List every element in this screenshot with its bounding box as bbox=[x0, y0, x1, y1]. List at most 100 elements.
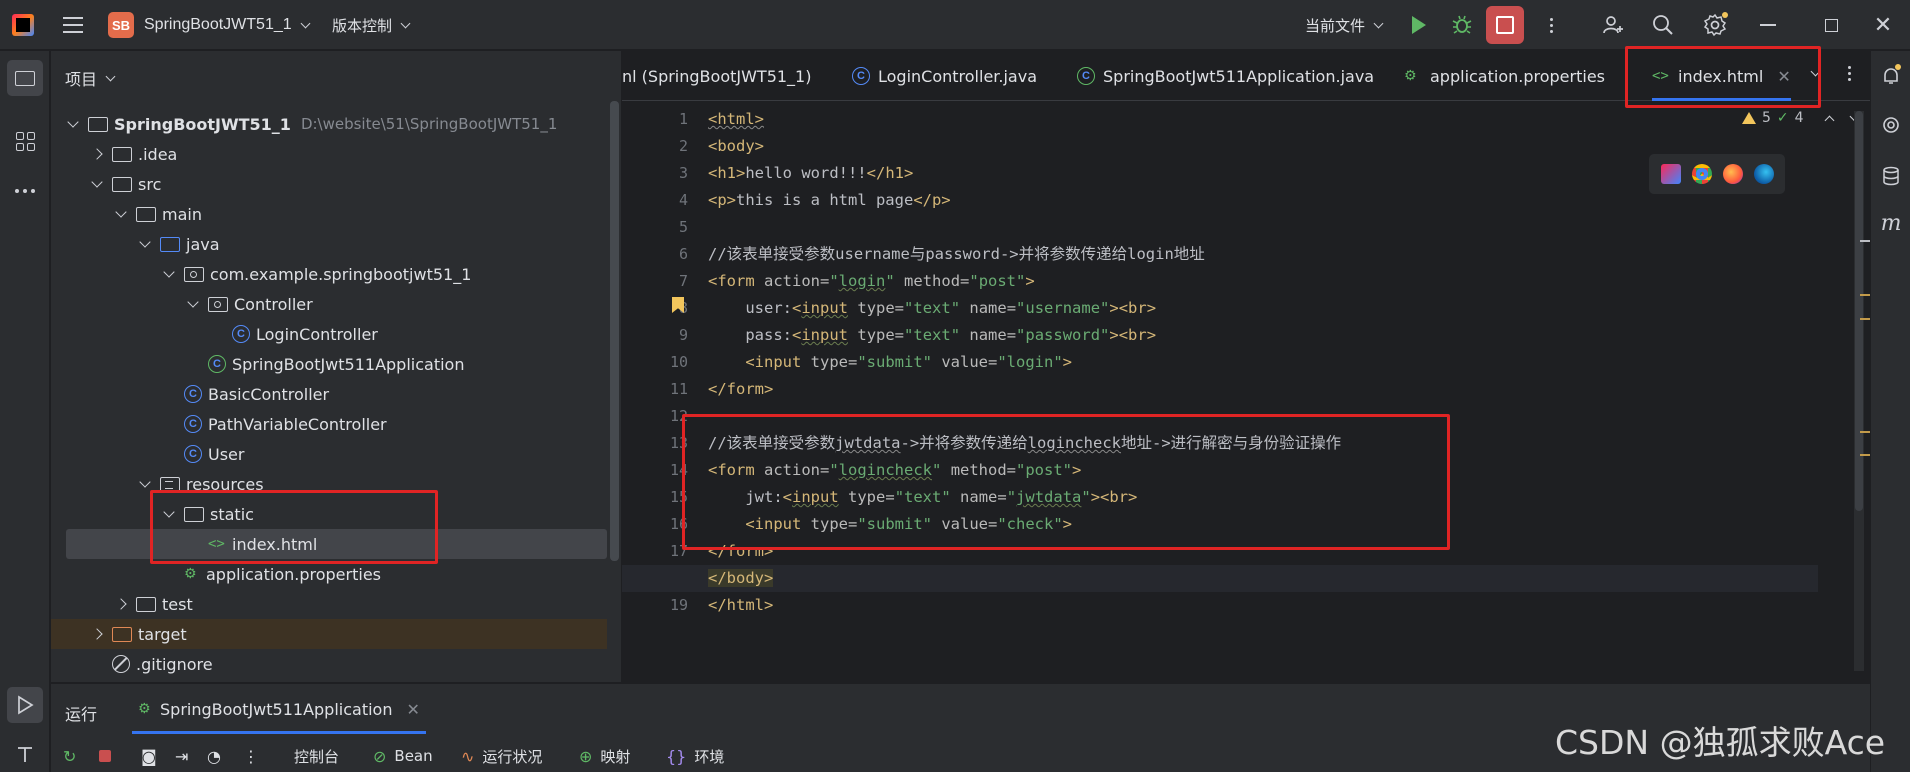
code-line: </form> bbox=[708, 542, 774, 560]
expand-arrow-icon[interactable] bbox=[114, 207, 128, 221]
maximize-button[interactable] bbox=[1818, 12, 1844, 38]
tab-html-partial[interactable]: nl (SpringBootJWT51_1) bbox=[622, 51, 811, 101]
project-tool-button[interactable] bbox=[7, 60, 43, 96]
tree-item-test[interactable]: test bbox=[51, 589, 607, 619]
edge-icon[interactable] bbox=[1753, 164, 1774, 184]
tree-item-index-html[interactable]: <> index.html bbox=[66, 529, 607, 559]
tree-item-application-properties[interactable]: ⚙ application.properties bbox=[51, 559, 607, 589]
line-number: 10 bbox=[669, 353, 688, 371]
expand-arrow-icon[interactable] bbox=[66, 117, 80, 131]
spring-boot-class-icon: C bbox=[1077, 67, 1095, 85]
tree-item-application-class[interactable]: C SpringBootJwt511Application bbox=[51, 349, 607, 379]
main-menu-button[interactable] bbox=[60, 0, 86, 50]
run-tab[interactable]: ⚙ SpringBootJwt511Application ✕ bbox=[128, 684, 430, 734]
expand-arrow-icon[interactable] bbox=[138, 237, 152, 251]
line-number: 3 bbox=[678, 164, 688, 182]
more-actions-icon[interactable] bbox=[1538, 12, 1564, 38]
console-tab[interactable]: 控制台 bbox=[294, 741, 339, 771]
env-icon: {} bbox=[666, 746, 687, 766]
tree-item-controller-pkg[interactable]: Controller bbox=[51, 289, 607, 319]
env-tab[interactable]: {} 环境 bbox=[666, 741, 724, 771]
collapse-arrow-icon[interactable] bbox=[90, 627, 104, 641]
bean-tab[interactable]: ⊘ Bean bbox=[373, 741, 433, 771]
vcs-menu[interactable]: 版本控制 bbox=[332, 0, 411, 50]
tree-item-user[interactable]: C User bbox=[51, 439, 607, 469]
tree-item-root[interactable]: SpringBootJWT51_1 D:\website\51\SpringBo… bbox=[51, 109, 607, 139]
terminal-tool-button[interactable] bbox=[7, 736, 43, 772]
tree-item-java[interactable]: java bbox=[51, 229, 607, 259]
dashboard-icon[interactable]: ◔ bbox=[207, 741, 229, 771]
more-actions-icon[interactable]: ⋮ bbox=[243, 741, 267, 771]
close-window-button[interactable]: ✕ bbox=[1870, 12, 1896, 38]
tree-item-src[interactable]: src bbox=[51, 169, 607, 199]
rerun-icon[interactable]: ↻ bbox=[63, 741, 84, 771]
expand-arrow-icon[interactable] bbox=[162, 267, 176, 281]
search-icon[interactable] bbox=[1650, 12, 1676, 38]
camera-icon[interactable]: ◙ bbox=[141, 741, 165, 771]
health-tab[interactable]: ∿ 运行状况 bbox=[461, 741, 542, 771]
expand-arrow-icon[interactable] bbox=[138, 477, 152, 491]
close-icon[interactable]: ✕ bbox=[1777, 67, 1790, 86]
tree-item-static[interactable]: static bbox=[51, 499, 607, 529]
project-panel-header[interactable]: 项目 bbox=[65, 66, 116, 90]
tab-label: LoginController.java bbox=[878, 66, 1038, 86]
tree-item-idea[interactable]: .idea bbox=[51, 139, 607, 169]
expand-arrow-icon[interactable] bbox=[186, 297, 200, 311]
tree-item-resources[interactable]: resources bbox=[51, 469, 607, 499]
chevron-down-icon bbox=[105, 71, 116, 81]
close-icon[interactable]: ✕ bbox=[406, 700, 419, 719]
run-config-selector[interactable]: 当前文件 bbox=[1305, 0, 1384, 50]
stop-icon[interactable] bbox=[99, 741, 111, 771]
tree-item-gitignore[interactable]: .gitignore bbox=[51, 649, 607, 679]
debug-icon[interactable] bbox=[1449, 12, 1475, 38]
intellij-logo-icon[interactable] bbox=[12, 0, 38, 50]
more-tools-button[interactable] bbox=[7, 173, 43, 209]
collapse-arrow-icon[interactable] bbox=[90, 147, 104, 161]
class-icon: C bbox=[232, 325, 250, 343]
tree-item-logincontroller[interactable]: C LoginController bbox=[51, 319, 607, 349]
folder-icon bbox=[136, 596, 156, 612]
tree-item-target[interactable]: target bbox=[51, 619, 607, 649]
maven-icon[interactable]: m bbox=[1879, 211, 1903, 236]
chrome-icon[interactable] bbox=[1691, 164, 1712, 184]
project-switcher[interactable]: SB SpringBootJWT51_1 bbox=[108, 0, 311, 50]
stop-button[interactable] bbox=[1486, 6, 1524, 44]
firefox-icon[interactable] bbox=[1722, 164, 1743, 184]
expand-arrow-icon[interactable] bbox=[162, 507, 176, 521]
tree-item-basiccontroller[interactable]: C BasicController bbox=[51, 379, 607, 409]
intellij-browser-icon[interactable] bbox=[1660, 164, 1681, 184]
line-number: 16 bbox=[669, 515, 688, 533]
tab-application-properties[interactable]: ⚙ application.properties bbox=[1404, 51, 1605, 101]
ai-assistant-icon[interactable] bbox=[1879, 113, 1903, 137]
path-hint: D:\website\51\SpringBootJWT51_1 bbox=[300, 115, 558, 133]
structure-tool-button[interactable] bbox=[7, 123, 43, 159]
folder-icon bbox=[112, 146, 132, 162]
tree-item-pathvariablecontroller[interactable]: C PathVariableController bbox=[51, 409, 607, 439]
more-actions-icon[interactable] bbox=[1844, 66, 1854, 81]
gear-icon[interactable] bbox=[1702, 12, 1728, 38]
run-icon[interactable] bbox=[1406, 12, 1432, 38]
chevron-down-icon bbox=[300, 18, 311, 28]
browser-preview-toolbar bbox=[1649, 154, 1785, 194]
chevron-up-icon[interactable] bbox=[1824, 115, 1835, 125]
collapse-arrow-icon[interactable] bbox=[114, 597, 128, 611]
tree-item-main[interactable]: main bbox=[51, 199, 607, 229]
database-icon[interactable] bbox=[1879, 164, 1903, 188]
mapping-tab[interactable]: ⊕ 映射 bbox=[579, 741, 630, 771]
notifications-icon[interactable] bbox=[1879, 64, 1903, 88]
editor-scrollbar[interactable] bbox=[1854, 111, 1864, 671]
add-user-icon[interactable] bbox=[1600, 12, 1626, 38]
line-number: 9 bbox=[678, 326, 688, 344]
exit-icon[interactable]: ⇥ bbox=[175, 741, 196, 771]
tab-application-java[interactable]: C SpringBootJwt511Application.java bbox=[1077, 51, 1374, 101]
chevron-down-icon[interactable] bbox=[1810, 66, 1821, 77]
run-tool-button[interactable] bbox=[7, 687, 43, 723]
tree-item-package[interactable]: com.example.springbootjwt51_1 bbox=[51, 259, 607, 289]
tab-index-html[interactable]: <> index.html ✕ bbox=[1644, 51, 1799, 101]
expand-arrow-icon[interactable] bbox=[90, 177, 104, 191]
package-icon bbox=[208, 296, 228, 312]
project-panel-scrollbar[interactable] bbox=[610, 101, 619, 561]
inspection-widget[interactable]: 5 ✓ 4 bbox=[1742, 110, 1860, 126]
tab-logincontroller[interactable]: C LoginController.java bbox=[852, 51, 1037, 101]
minimize-button[interactable] bbox=[1755, 12, 1781, 38]
